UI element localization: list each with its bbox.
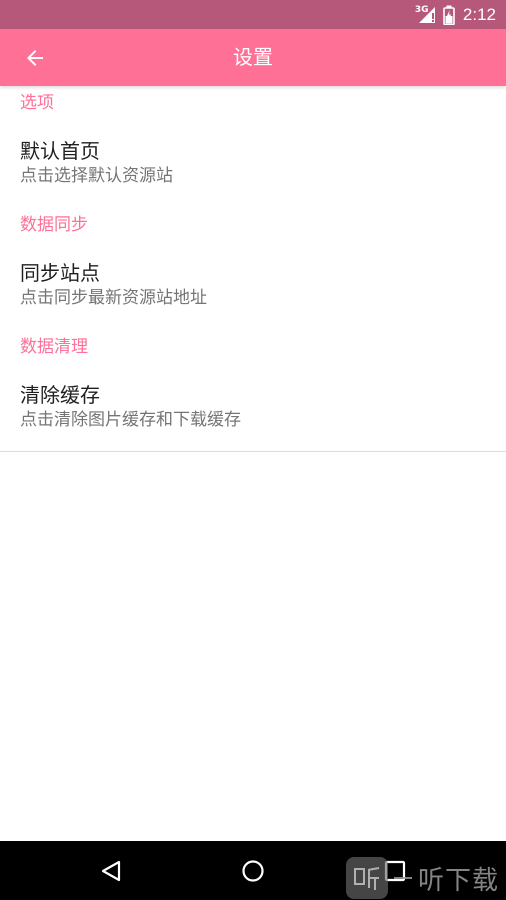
signal-icon: 3G — [415, 5, 437, 25]
pref-summary: 点击清除图片缓存和下载缓存 — [20, 410, 241, 430]
status-bar: 3G 2:12 — [0, 0, 506, 29]
nav-home-button[interactable] — [223, 841, 283, 900]
nav-back-button[interactable] — [81, 841, 141, 900]
pref-title: 同步站点 — [20, 261, 100, 285]
battery-icon — [443, 5, 455, 25]
triangle-back-icon — [101, 860, 121, 881]
watermark-logo — [346, 857, 388, 899]
watermark: 听下载 — [346, 857, 499, 899]
pref-clear-cache[interactable]: 清除缓存 点击清除图片缓存和下载缓存 — [0, 364, 506, 452]
page-title: 设置 — [233, 45, 273, 69]
watermark-divider — [394, 877, 412, 879]
app-bar: 设置 — [0, 29, 506, 86]
watermark-logo-icon — [354, 867, 380, 890]
back-button[interactable] — [14, 37, 56, 79]
list-divider — [0, 451, 506, 452]
pref-sync-sites[interactable]: 同步站点 点击同步最新资源站地址 — [0, 242, 506, 330]
status-icons: 3G 2:12 — [415, 0, 496, 29]
category-header-data-sync: 数据同步 — [20, 215, 88, 235]
pref-summary: 点击同步最新资源站地址 — [20, 288, 207, 308]
pref-title: 清除缓存 — [20, 383, 100, 407]
settings-list: 选项 默认首页 点击选择默认资源站 数据同步 同步站点 点击同步最新资源站地址 … — [0, 86, 506, 452]
pref-title: 默认首页 — [20, 139, 100, 163]
pref-summary: 点击选择默认资源站 — [20, 166, 173, 186]
status-clock: 2:12 — [462, 4, 496, 24]
category-header-data-cleanup: 数据清理 — [20, 337, 88, 357]
watermark-text: 听下载 — [418, 865, 500, 896]
pref-default-homepage[interactable]: 默认首页 点击选择默认资源站 — [0, 120, 506, 208]
arrow-left-icon — [27, 50, 43, 66]
circle-home-icon — [242, 859, 264, 882]
category-header-options: 选项 — [20, 93, 54, 113]
